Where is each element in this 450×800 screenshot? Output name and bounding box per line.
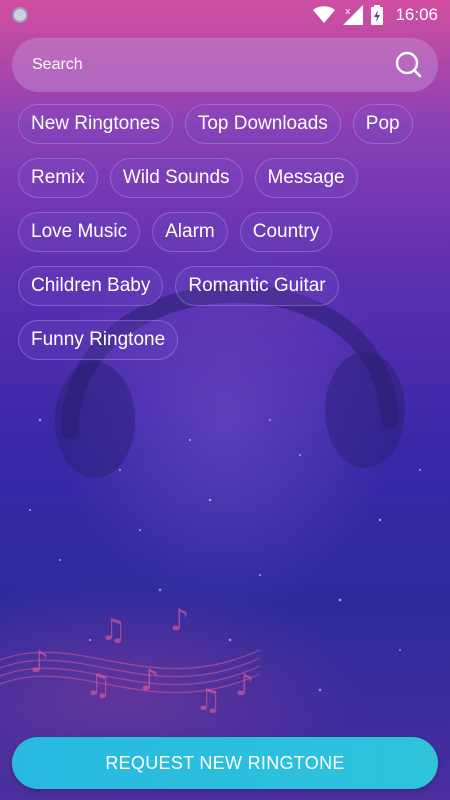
request-new-ringtone-button[interactable]: REQUEST NEW RINGTONE [12, 737, 438, 789]
tag-alarm[interactable]: Alarm [152, 212, 228, 252]
tag-new-ringtones[interactable]: New Ringtones [18, 104, 173, 144]
tag-wild-sounds[interactable]: Wild Sounds [109, 158, 243, 198]
status-bar: x 16:06 [0, 0, 450, 30]
tag-romantic-guitar[interactable]: Romantic Guitar [175, 266, 339, 306]
battery-charging-icon [371, 5, 384, 25]
signal-icon: x [343, 5, 364, 25]
wifi-icon [313, 6, 336, 23]
search-icon[interactable] [392, 49, 424, 81]
tag-funny-ringtone[interactable]: Funny Ringtone [18, 320, 179, 360]
tag-remix[interactable]: Remix [18, 158, 98, 198]
status-time: 16:06 [395, 5, 438, 24]
search-input[interactable] [32, 56, 392, 74]
tag-country[interactable]: Country [239, 212, 333, 252]
sparkles-artwork [29, 418, 421, 692]
category-tags: New Ringtones Top Downloads Pop Remix Wi… [18, 104, 438, 360]
tag-pop[interactable]: Pop [352, 104, 413, 144]
svg-text:♫: ♫ [195, 683, 222, 718]
music-notes-artwork [0, 649, 261, 694]
tag-message[interactable]: Message [254, 158, 358, 198]
svg-text:♪: ♪ [170, 603, 189, 638]
search-bar[interactable] [12, 38, 438, 92]
svg-text:♪: ♪ [140, 663, 159, 698]
notification-dot-icon [12, 7, 28, 23]
svg-text:♫: ♫ [85, 668, 112, 703]
svg-text:♪: ♪ [30, 645, 49, 680]
tag-top-downloads[interactable]: Top Downloads [184, 104, 341, 144]
svg-text:♪: ♪ [235, 668, 254, 703]
tag-children-baby[interactable]: Children Baby [18, 266, 164, 306]
tag-love-music[interactable]: Love Music [18, 212, 141, 252]
svg-text:♫: ♫ [100, 613, 127, 648]
svg-text:x: x [345, 7, 351, 17]
